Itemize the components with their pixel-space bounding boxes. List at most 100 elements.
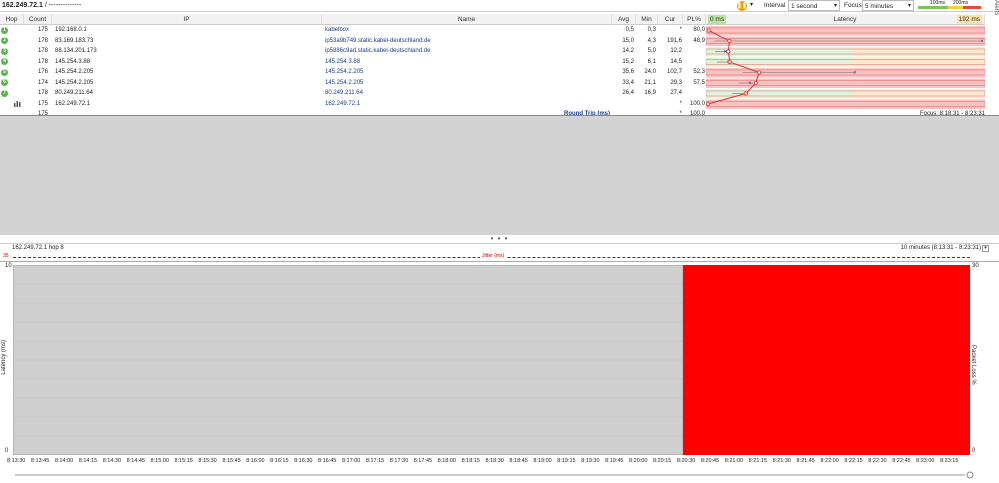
top-toolbar: 162.249.72.1 / -------------- ❚❚ ▾ Inter… (0, 0, 999, 15)
cell-pl (683, 47, 705, 56)
interval-value: 1 second (791, 3, 818, 10)
jitter-scale: 35 (3, 253, 9, 259)
cell-pl (683, 89, 705, 98)
x-tick-label: 8:18:00 (437, 458, 456, 464)
cell-avg: 35,6 (622, 69, 634, 75)
x-tick-label: 8:22:45 (892, 458, 911, 464)
cell-ip: 145.254.2.205 (55, 69, 94, 75)
pause-dropdown-icon[interactable]: ▾ (750, 1, 753, 8)
col-hop[interactable]: Hop (0, 14, 24, 25)
target-description: -------------- (48, 2, 82, 9)
bar-chart-icon (14, 100, 22, 109)
x-tick-label: 8:18:30 (485, 458, 504, 464)
cell-pl (683, 58, 705, 67)
col-count[interactable]: Count (24, 14, 52, 25)
latency-avg-point (753, 81, 758, 86)
latency-graph: ×××××× (706, 26, 985, 109)
y2-axis-top: 30 (972, 263, 979, 269)
scale-bar-good (918, 6, 948, 9)
cell-name: kabelbox (325, 27, 350, 33)
packet-loss-bar (850, 265, 875, 455)
latency-cur-marker: × (980, 39, 984, 45)
cell-cur: 29,3 (670, 79, 682, 86)
x-tick-label: 8:18:45 (509, 458, 528, 464)
x-tick-label: 8:16:30 (294, 458, 313, 464)
x-tick-label: 8:22:15 (844, 458, 863, 464)
cell-cur: * (679, 100, 682, 107)
cell-name: 162.249.72.1 (325, 100, 361, 107)
x-tick-label: 8:21:30 (772, 458, 791, 464)
cell-count: 176 (37, 69, 48, 75)
packet-loss-bar (874, 265, 899, 455)
col-pl[interactable]: PL% (683, 14, 706, 25)
cell-name: ip53a9b749.static.kabel-deutschland.de (325, 37, 431, 44)
latency-avg-point (727, 38, 732, 43)
y-axis-bottom: 0 (5, 448, 9, 454)
x-tick-label: 8:16:00 (246, 458, 265, 464)
y-axis-label: Latency (ms) (1, 340, 7, 375)
x-tick-label: 8:15:00 (150, 458, 169, 464)
alerts-tab[interactable]: Alerts (988, 0, 999, 15)
x-tick-label: 8:17:30 (389, 458, 409, 464)
x-tick-label: 8:23:15 (940, 458, 959, 464)
y2-axis-label: Packet Loss % (970, 345, 976, 385)
x-tick-label: 8:19:00 (533, 458, 552, 464)
cell-cur: 12,2 (670, 48, 682, 54)
chevron-down-icon: ▾ (907, 3, 911, 9)
cell-avg: 15,2 (622, 58, 634, 65)
col-ip[interactable]: IP (52, 14, 322, 25)
interval-select[interactable]: 1 second ▾ (788, 0, 840, 11)
hop-number: 4 (1, 58, 8, 65)
cell-name: 145.254.3.88 (325, 58, 361, 65)
x-tick-label: 8:14:00 (54, 458, 74, 464)
slider-thumb[interactable] (966, 471, 974, 479)
x-tick-label: 8:21:45 (796, 458, 815, 464)
chevron-down-icon: ▾ (833, 3, 837, 9)
latency-min-label: 0 ms (708, 15, 727, 24)
packet-loss-bar (730, 265, 756, 455)
col-name[interactable]: Name (322, 14, 612, 25)
x-tick-label: 8:20:00 (629, 458, 648, 464)
cell-avg: 26,4 (622, 90, 634, 96)
x-tick-label: 8:19:30 (581, 458, 600, 464)
hop-number: 6 (1, 79, 8, 86)
cell-ip: 83.169.183.73 (55, 37, 94, 44)
cell-avg: 0,5 (625, 27, 634, 33)
x-tick-label: 8:17:00 (341, 458, 361, 464)
focus-select[interactable]: 5 minutes ▾ (862, 0, 914, 11)
cell-count: 178 (37, 37, 48, 44)
hop-number: 3 (1, 47, 8, 55)
latency-row-bg (706, 99, 985, 109)
cell-min: 4,3 (647, 37, 656, 44)
x-tick-label: 8:18:15 (461, 458, 480, 464)
cell-ip: 145.254.3.88 (55, 58, 91, 65)
col-latency[interactable]: 0 ms Latency 192 ms (706, 14, 985, 25)
latency-row-warn-bg (852, 57, 985, 67)
cell-name: 80.249.211.64 (325, 90, 363, 96)
cell-avg (612, 100, 634, 109)
x-tick-label: 8:16:45 (318, 458, 337, 464)
time-slider[interactable] (15, 470, 975, 480)
range-dropdown-icon[interactable]: ▾ (982, 245, 989, 252)
x-tick-label: 8:21:15 (748, 458, 768, 464)
x-tick-label: 8:21:00 (724, 458, 744, 464)
cell-min: 16,9 (644, 90, 656, 96)
latency-avg-point (726, 49, 731, 54)
x-tick-label: 8:14:15 (78, 458, 98, 464)
cell-min: 0,3 (647, 27, 656, 33)
pause-icon[interactable]: ❚❚ (737, 1, 747, 11)
x-tick-label: 8:19:45 (605, 458, 624, 464)
cell-ip: 80.249.211.64 (55, 90, 93, 96)
target-title: 162.249.72.1 / -------------- (2, 2, 81, 9)
cell-cur: 27,4 (670, 90, 682, 96)
x-tick-label: 8:20:45 (700, 458, 720, 464)
col-cur[interactable]: Cur (658, 14, 683, 25)
x-tick-label: 8:19:15 (557, 458, 576, 464)
latency-avg-point (743, 91, 748, 96)
cell-ip: 162.249.72.1 (55, 100, 91, 107)
col-avg[interactable]: Avg (612, 14, 636, 25)
interval-label: Interval (764, 2, 786, 9)
cell-pl: 48,9 (693, 37, 705, 44)
col-min[interactable]: Min (636, 14, 658, 25)
latency-max-label: 192 ms (956, 15, 982, 24)
